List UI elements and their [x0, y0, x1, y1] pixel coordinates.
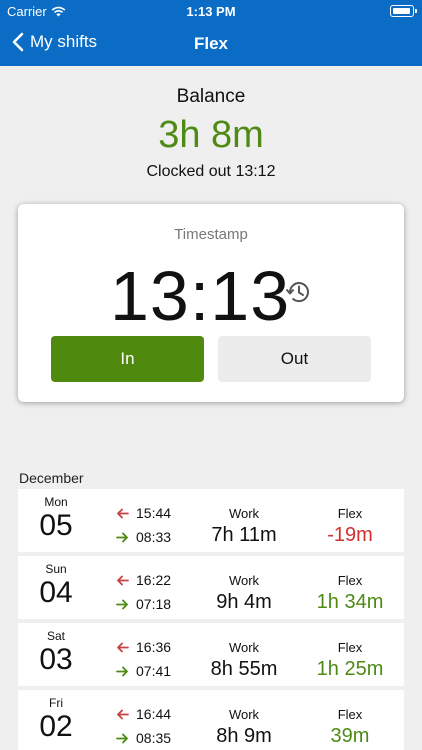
work-column: Work 7h 11m: [194, 489, 294, 547]
status-time: 1:13 PM: [186, 4, 236, 19]
battery-icon: [390, 5, 417, 17]
weekday-label: Fri: [49, 696, 63, 710]
month-header: December: [19, 470, 84, 486]
shift-date: Sat 03: [18, 629, 94, 677]
flex-value: 1h 34m: [316, 591, 384, 613]
shift-row[interactable]: Fri 02 16:44 08:35 Work 8h 9m Flex 39m: [18, 690, 404, 750]
clock-out-line: 16:36: [116, 639, 171, 655]
shift-date: Sun 04: [18, 562, 94, 610]
flex-label: Flex: [337, 707, 363, 722]
arrow-right-icon: [116, 532, 128, 542]
shift-date: Mon 05: [18, 495, 94, 543]
clock-in-line: 07:18: [116, 596, 171, 612]
shift-row[interactable]: Sat 03 16:36 07:41 Work 8h 55m Flex 1h 2…: [18, 623, 404, 686]
history-icon[interactable]: [284, 278, 312, 306]
clock-out-line: 16:44: [116, 706, 171, 722]
work-value: 7h 11m: [211, 524, 277, 546]
work-column: Work 8h 55m: [194, 623, 294, 681]
flex-value: 39m: [330, 725, 370, 747]
work-label: Work: [228, 573, 260, 588]
clock-in-line: 08:33: [116, 529, 171, 545]
arrow-left-icon: [117, 709, 129, 719]
clock-out-line: 16:22: [116, 572, 171, 588]
shift-date: Fri 02: [18, 696, 94, 744]
work-column: Work 9h 4m: [194, 556, 294, 614]
day-number: 05: [39, 509, 73, 542]
clock-in-line: 08:35: [116, 730, 171, 746]
clock-out-time: 16:44: [136, 706, 172, 722]
shift-row[interactable]: Mon 05 15:44 08:33 Work 7h 11m Flex -19m: [18, 489, 404, 552]
balance-value: 3h 8m: [158, 114, 264, 156]
page-title: Flex: [193, 34, 229, 53]
work-label: Work: [228, 707, 260, 722]
flex-column: Flex 1h 34m: [300, 556, 400, 614]
nav-bar: My shifts Flex: [0, 22, 422, 66]
flex-label: Flex: [337, 640, 363, 655]
balance-label: Balance: [176, 86, 246, 107]
flex-column: Flex -19m: [300, 489, 400, 547]
clock-in-time: 07:18: [136, 596, 172, 612]
work-label: Work: [228, 506, 260, 521]
clock-out-button[interactable]: Out: [218, 336, 371, 382]
flex-label: Flex: [337, 573, 363, 588]
flex-column: Flex 39m: [300, 690, 400, 748]
clock-out-time: 16:22: [136, 572, 172, 588]
arrow-right-icon: [116, 733, 128, 743]
clock-out-time: 15:44: [136, 505, 172, 521]
clocked-status: Clocked out 13:12: [146, 163, 276, 180]
arrow-right-icon: [116, 666, 128, 676]
clock-out-line: 15:44: [116, 505, 171, 521]
flex-label: Flex: [337, 506, 363, 521]
work-column: Work 8h 9m: [194, 690, 294, 748]
arrow-right-icon: [116, 599, 128, 609]
clock-in-time: 07:41: [136, 663, 172, 679]
balance-section: Balance 3h 8m Clocked out 13:12: [0, 86, 422, 181]
flex-value: 1h 25m: [316, 658, 384, 680]
clock-in-time: 08:35: [136, 730, 172, 746]
clock-in-time: 08:33: [136, 529, 172, 545]
clock-out-time: 16:36: [136, 639, 172, 655]
arrow-left-icon: [117, 642, 129, 652]
day-number: 02: [39, 710, 73, 743]
work-value: 8h 9m: [216, 725, 272, 747]
timestamp-time: 13:13: [110, 257, 291, 335]
arrow-left-icon: [117, 508, 129, 518]
clock-in-button[interactable]: In: [51, 336, 204, 382]
timestamp-card: Timestamp 13:13 In Out: [18, 204, 404, 402]
arrow-left-icon: [117, 575, 129, 585]
weekday-label: Sun: [45, 562, 67, 576]
work-value: 8h 55m: [210, 658, 278, 680]
status-bar: Carrier 1:13 PM: [0, 0, 422, 22]
timestamp-label: Timestamp: [174, 226, 248, 243]
work-value: 9h 4m: [216, 591, 272, 613]
day-number: 04: [39, 576, 73, 609]
shift-row[interactable]: Sun 04 16:22 07:18 Work 9h 4m Flex 1h 34…: [18, 556, 404, 619]
flex-column: Flex 1h 25m: [300, 623, 400, 681]
flex-value: -19m: [327, 524, 373, 546]
weekday-label: Sat: [46, 629, 65, 643]
weekday-label: Mon: [44, 495, 68, 509]
clock-in-line: 07:41: [116, 663, 171, 679]
day-number: 03: [39, 643, 73, 676]
work-label: Work: [228, 640, 260, 655]
